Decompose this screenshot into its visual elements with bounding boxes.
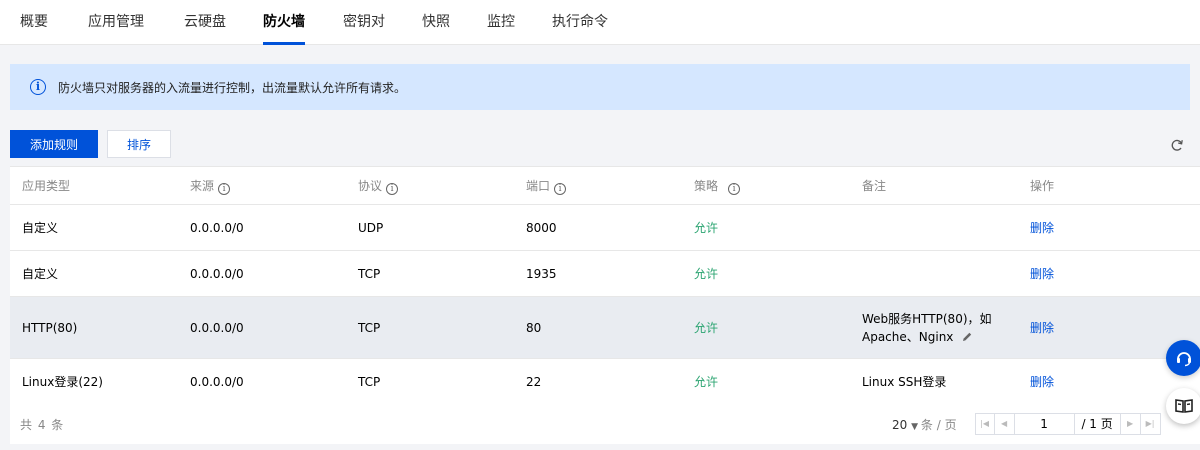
total-pages: / 1 页: [1074, 413, 1121, 435]
tab-cloud-disk[interactable]: 云硬盘: [184, 0, 226, 45]
tab-firewall[interactable]: 防火墙: [263, 0, 305, 45]
header-action: 操作: [1030, 179, 1055, 193]
table-row: 自定义 0.0.0.0/0 UDP 8000 允许 删除: [10, 205, 1200, 251]
refresh-icon[interactable]: [1170, 138, 1184, 152]
cell-port: 1935: [526, 266, 557, 281]
sort-button[interactable]: 排序: [107, 130, 171, 158]
cell-protocol: UDP: [358, 220, 384, 235]
firewall-rules-table: 应用类型 来源 i 协议 i 端口 i 策略 i 备注 操作 自定义 0.0.0.0/0…: [10, 166, 1200, 405]
header-policy: 策略 i: [682, 177, 850, 195]
header-protocol: 协议 i: [346, 177, 514, 195]
next-page-icon[interactable]: ▶: [1120, 413, 1141, 435]
delete-link[interactable]: 删除: [1018, 265, 1190, 282]
note-line: Web服务HTTP(80)，如: [862, 311, 992, 326]
cell-port: 80: [526, 320, 542, 335]
cell-protocol: TCP: [358, 374, 381, 389]
cell-policy: 允许: [694, 221, 719, 235]
header-port: 端口 i: [514, 177, 682, 195]
help-icon[interactable]: i: [386, 182, 399, 195]
prev-page-icon[interactable]: ◀: [994, 413, 1015, 435]
delete-link[interactable]: 删除: [1018, 319, 1190, 336]
cell-app-type: 自定义: [22, 267, 59, 281]
add-rule-button[interactable]: 添加规则: [10, 130, 98, 158]
docs-book-icon[interactable]: [1166, 388, 1200, 424]
cell-policy: 允许: [694, 321, 719, 335]
last-page-icon[interactable]: ▶|: [1140, 413, 1161, 435]
total-count: 共 4 条: [20, 417, 65, 432]
cell-source: 0.0.0.0/0: [190, 266, 244, 281]
cell-protocol: TCP: [358, 320, 381, 335]
table-row: 自定义 0.0.0.0/0 TCP 1935 允许 删除: [10, 251, 1200, 297]
tab-bar: 概要 应用管理 云硬盘 防火墙 密钥对 快照 监控 执行命令: [0, 0, 1200, 45]
table-row: Linux登录(22) 0.0.0.0/0 TCP 22 允许 Linux SS…: [10, 359, 1200, 405]
info-icon: i: [30, 79, 46, 95]
cell-app-type: HTTP(80): [22, 320, 78, 335]
cell-policy: 允许: [694, 375, 719, 389]
banner-text: 防火墙只对服务器的入流量进行控制，出流量默认允许所有请求。: [58, 80, 407, 95]
page-size-unit: 条 / 页: [920, 417, 957, 432]
tab-run-command[interactable]: 执行命令: [552, 0, 608, 45]
delete-link[interactable]: 删除: [1018, 373, 1190, 390]
cell-port: 8000: [526, 220, 557, 235]
page-size-select[interactable]: 20 ▼ 条 / 页: [892, 416, 957, 433]
headset-icon: [1177, 352, 1191, 367]
note-line-with-edit: Apache、Nginx: [862, 328, 1018, 346]
tab-snapshots[interactable]: 快照: [422, 0, 450, 45]
cell-app-type: 自定义: [22, 221, 59, 235]
note-line: Apache、Nginx: [862, 329, 954, 344]
pencil-icon[interactable]: [961, 331, 973, 343]
cell-note: Linux SSH登录: [862, 375, 947, 389]
header-app-type: 应用类型: [22, 179, 71, 193]
page-size-value: 20: [892, 417, 908, 432]
tab-overview[interactable]: 概要: [20, 0, 48, 45]
support-headset-icon[interactable]: [1166, 340, 1200, 376]
header-note: 备注: [862, 179, 887, 193]
table-footer: 共 4 条 20 ▼ 条 / 页 |◀ ◀ 1 / 1 页 ▶ ▶|: [10, 404, 1200, 444]
cell-source: 0.0.0.0/0: [190, 220, 244, 235]
page-number-input[interactable]: 1: [1014, 413, 1075, 435]
cell-note: Web服务HTTP(80)，如 Apache、Nginx: [850, 310, 1018, 346]
help-icon[interactable]: i: [728, 182, 741, 195]
pagination: 20 ▼ 条 / 页 |◀ ◀ 1 / 1 页 ▶ ▶|: [892, 404, 1161, 444]
table-header: 应用类型 来源 i 协议 i 端口 i 策略 i 备注 操作: [10, 167, 1200, 205]
cell-policy: 允许: [694, 267, 719, 281]
book-icon: [1175, 399, 1193, 413]
cell-protocol: TCP: [358, 266, 381, 281]
table-row: HTTP(80) 0.0.0.0/0 TCP 80 允许 Web服务HTTP(8…: [10, 297, 1200, 359]
tab-app-management[interactable]: 应用管理: [88, 0, 144, 45]
cell-source: 0.0.0.0/0: [190, 374, 244, 389]
cell-source: 0.0.0.0/0: [190, 320, 244, 335]
tab-monitoring[interactable]: 监控: [487, 0, 515, 45]
help-icon[interactable]: i: [218, 182, 231, 195]
cell-app-type: Linux登录(22): [22, 375, 103, 389]
tab-key-pairs[interactable]: 密钥对: [343, 0, 385, 45]
cell-port: 22: [526, 374, 542, 389]
info-banner: i 防火墙只对服务器的入流量进行控制，出流量默认允许所有请求。: [10, 64, 1190, 110]
chevron-down-icon: ▼: [911, 421, 921, 432]
first-page-icon[interactable]: |◀: [974, 413, 995, 435]
help-icon[interactable]: i: [554, 182, 567, 195]
header-source: 来源 i: [178, 177, 346, 195]
delete-link[interactable]: 删除: [1018, 219, 1190, 236]
